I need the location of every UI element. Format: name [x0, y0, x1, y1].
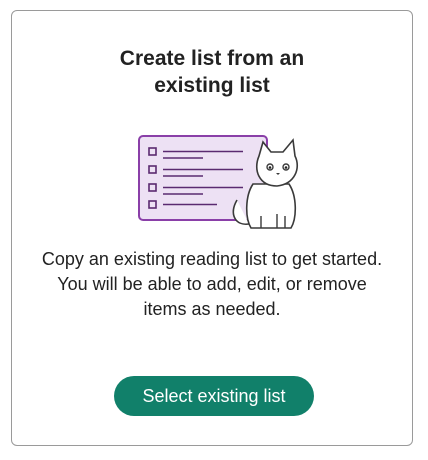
create-from-existing-list-card: Create list from an existing list Copy a…: [11, 10, 413, 446]
select-existing-list-button[interactable]: Select existing list: [114, 376, 314, 416]
card-title-line-1: Create list from an: [119, 47, 305, 70]
card-title-line-2: existing list: [154, 74, 270, 97]
card-description: Copy an existing reading list to get sta…: [41, 249, 383, 319]
reading-list-with-cat-icon: [137, 134, 303, 234]
card-title: Create list from an existing list: [12, 45, 412, 99]
